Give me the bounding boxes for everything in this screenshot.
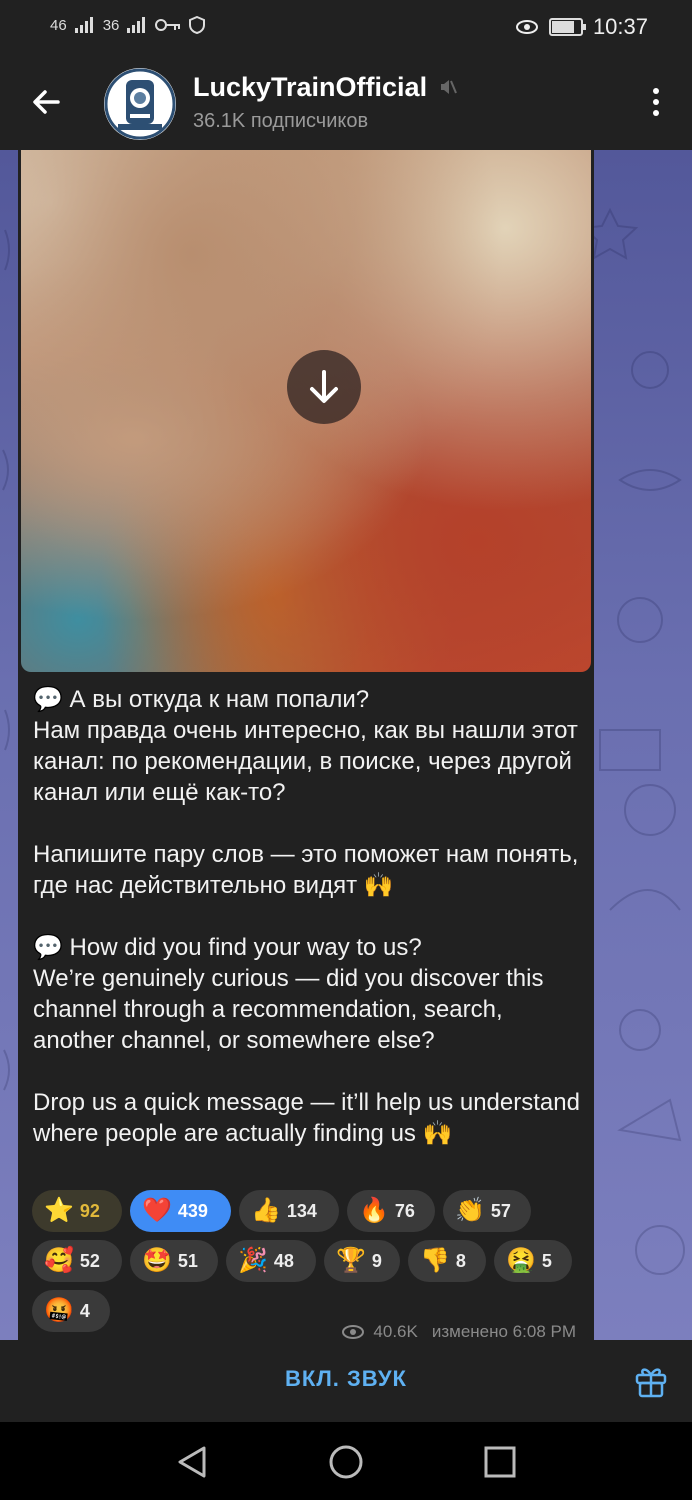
more-vertical-icon[interactable] bbox=[650, 88, 662, 120]
download-arrow-icon[interactable] bbox=[287, 350, 361, 424]
status-right: 10:37 bbox=[515, 14, 648, 40]
reaction-party[interactable]: 🎉 48 bbox=[226, 1240, 316, 1282]
signal-bars-icon bbox=[74, 17, 93, 33]
message-bubble[interactable]: 💬 А вы откуда к нам попали? Нам правда о… bbox=[18, 150, 594, 1340]
reaction-count: 52 bbox=[79, 1250, 100, 1271]
battery-icon bbox=[548, 18, 586, 36]
party-popper-icon: 🎉 bbox=[238, 1247, 268, 1274]
reaction-count: 4 bbox=[79, 1300, 90, 1321]
channel-title[interactable]: LuckyTrainOfficial bbox=[193, 72, 427, 103]
star-struck-icon: 🤩 bbox=[142, 1247, 172, 1274]
subscriber-count: 36.1K подписчиков bbox=[193, 110, 369, 132]
reaction-thumbs-down[interactable]: 👎 8 bbox=[408, 1240, 486, 1282]
message-meta: 40.6K изменено 6:08 PM bbox=[341, 1322, 576, 1340]
reaction-count: 57 bbox=[490, 1200, 511, 1221]
thumbs-down-icon: 👎 bbox=[420, 1247, 450, 1274]
blurred-video-preview[interactable] bbox=[21, 150, 591, 672]
clock: 10:37 bbox=[592, 14, 648, 39]
shield-icon bbox=[189, 16, 206, 34]
reaction-trophy[interactable]: 🏆 9 bbox=[324, 1240, 400, 1282]
bottom-bar: ВКЛ. ЗВУК bbox=[0, 1340, 692, 1422]
reaction-count: 5 bbox=[541, 1250, 552, 1271]
channel-avatar[interactable] bbox=[104, 68, 176, 140]
arrow-left-icon[interactable] bbox=[28, 84, 64, 120]
reaction-count: 9 bbox=[371, 1250, 382, 1271]
message-text: 💬 А вы откуда к нам попали? Нам правда о… bbox=[33, 686, 580, 1147]
home-circle-icon[interactable] bbox=[326, 1442, 366, 1482]
back-triangle-icon[interactable] bbox=[172, 1442, 212, 1482]
cursing-face-icon: 🤬 bbox=[44, 1297, 74, 1324]
reaction-count: 48 bbox=[273, 1250, 294, 1271]
smiling-hearts-icon: 🥰 bbox=[44, 1247, 74, 1274]
view-count: 40.6K bbox=[373, 1322, 418, 1340]
reaction-star[interactable]: ⭐ 92 bbox=[32, 1190, 122, 1232]
vomiting-face-icon: 🤮 bbox=[506, 1247, 536, 1274]
heart-icon: ❤️ bbox=[142, 1197, 172, 1224]
recents-square-icon[interactable] bbox=[480, 1442, 520, 1482]
reaction-count: 134 bbox=[286, 1200, 317, 1221]
trophy-icon: 🏆 bbox=[336, 1247, 366, 1274]
thumbs-up-icon: 👍 bbox=[251, 1197, 281, 1224]
unmute-button[interactable]: ВКЛ. ЗВУК bbox=[0, 1366, 692, 1392]
reaction-count: 51 bbox=[177, 1250, 198, 1271]
signal-2-label: 36 bbox=[102, 16, 120, 34]
key-icon bbox=[155, 19, 181, 31]
reaction-count: 439 bbox=[177, 1200, 208, 1221]
signal-1-label: 46 bbox=[50, 16, 67, 34]
reaction-vomit[interactable]: 🤮 5 bbox=[494, 1240, 572, 1282]
reaction-heart[interactable]: ❤️ 439 bbox=[130, 1190, 231, 1232]
eye-icon bbox=[342, 1325, 365, 1339]
reaction-star-struck[interactable]: 🤩 51 bbox=[130, 1240, 218, 1282]
reaction-count: 76 bbox=[394, 1200, 415, 1221]
muted-speaker-icon bbox=[439, 78, 457, 101]
fire-icon: 🔥 bbox=[359, 1197, 389, 1224]
edited-timestamp: изменено 6:08 PM bbox=[431, 1322, 576, 1340]
chat-header: LuckyTrainOfficial 36.1K подписчиков bbox=[0, 58, 692, 150]
star-icon: ⭐ bbox=[44, 1197, 74, 1224]
navigation-bar bbox=[0, 1422, 692, 1500]
signal-bars-icon bbox=[127, 17, 146, 33]
reaction-fire[interactable]: 🔥 76 bbox=[347, 1190, 435, 1232]
clapping-hands-icon: 👏 bbox=[455, 1197, 485, 1224]
reaction-smiling-hearts[interactable]: 🥰 52 bbox=[32, 1240, 122, 1282]
reaction-thumbs-up[interactable]: 👍 134 bbox=[239, 1190, 339, 1232]
reaction-count: 92 bbox=[79, 1200, 100, 1221]
status-left: 46 36 bbox=[50, 16, 206, 34]
eye-comfort-icon bbox=[515, 20, 538, 34]
status-bar: 46 36 10:37 bbox=[0, 0, 692, 58]
reaction-clap[interactable]: 👏 57 bbox=[443, 1190, 531, 1232]
gift-icon[interactable] bbox=[632, 1362, 670, 1400]
reaction-cursing[interactable]: 🤬 4 bbox=[32, 1290, 110, 1332]
reaction-count: 8 bbox=[455, 1250, 466, 1271]
chat-background: 💬 А вы откуда к нам попали? Нам правда о… bbox=[0, 150, 692, 1340]
